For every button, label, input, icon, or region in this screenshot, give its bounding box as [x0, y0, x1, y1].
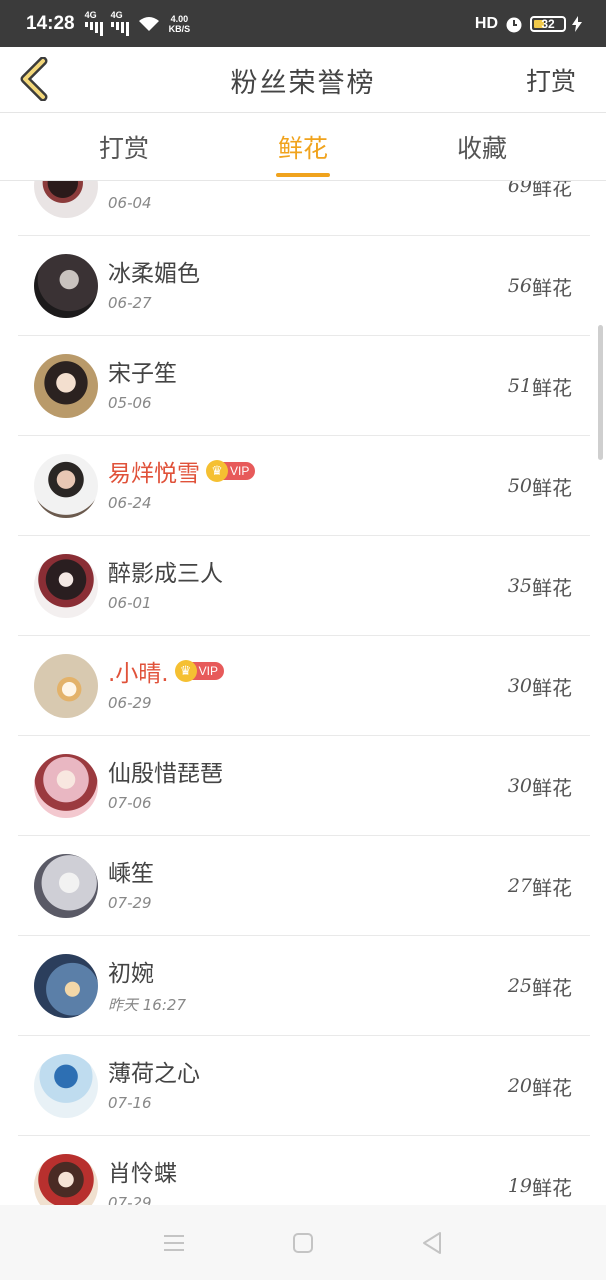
avatar [34, 754, 98, 818]
fan-date: 06-24 [108, 494, 152, 512]
list-item[interactable]: 06-04 69 鲜花 [18, 181, 590, 236]
home-square-icon [292, 1232, 313, 1253]
fan-date: 07-29 [108, 1194, 152, 1205]
tab-favorites[interactable]: 收藏 [457, 113, 507, 181]
signal-2: 4G [110, 10, 129, 36]
vip-badge: ♛ VIP [206, 460, 256, 482]
fan-name: 易烊悦雪 ♛ VIP [108, 454, 256, 488]
signal-1: 4G [84, 10, 103, 36]
fan-name: 仙殷惜琵琶 [108, 761, 223, 787]
avatar [34, 1054, 98, 1118]
flower-count: 56 鲜花 [507, 275, 572, 300]
list-item[interactable]: .小晴. ♛ VIP 06-29 30 鲜花 [18, 636, 590, 736]
list-item[interactable]: 冰柔媚色 06-27 56 鲜花 [18, 236, 590, 336]
charging-icon [572, 15, 582, 32]
flower-count: 25 鲜花 [507, 975, 572, 1000]
active-tab-indicator [275, 173, 331, 177]
flower-count: 69 鲜花 [507, 181, 572, 200]
fan-name: 肖怜蝶 [108, 1161, 177, 1187]
speed-unit: KB/S [168, 23, 191, 34]
fan-list[interactable]: 06-04 69 鲜花 冰柔媚色 06-27 56 鲜花 宋子笙 05-06 51 鲜… [18, 181, 590, 1205]
list-item[interactable]: 肖怜蝶 07-29 19 鲜花 [18, 1136, 590, 1205]
wifi-icon [138, 16, 159, 31]
battery-icon: 32 [530, 15, 566, 32]
list-item[interactable]: 宋子笙 05-06 51 鲜花 [18, 336, 590, 436]
network-indicators: 4G 4G [84, 10, 129, 36]
status-right: HD 32 [475, 14, 582, 34]
tab-bar: 打赏 鲜花 收藏 [0, 113, 606, 181]
avatar [34, 854, 98, 918]
network-speed: 4.00 KB/S [169, 14, 191, 34]
fan-name: 嵊笙 [108, 861, 154, 887]
tab-label: 收藏 [456, 134, 508, 163]
list-item[interactable]: 初婉 昨天 16:27 25 鲜花 [18, 936, 590, 1036]
system-nav-bar [0, 1205, 606, 1280]
fan-name: .小晴. ♛ VIP [108, 654, 224, 688]
flower-count: 30 鲜花 [507, 675, 572, 700]
battery-level: 32 [541, 16, 555, 31]
fan-name: 醉影成三人 [108, 561, 223, 587]
speed-value: 4.00 [170, 13, 189, 24]
back-triangle-icon [422, 1231, 441, 1254]
flower-count: 20 鲜花 [507, 1075, 572, 1100]
status-time: 14:28 [26, 12, 75, 34]
vip-badge: ♛ VIP [174, 660, 224, 682]
list-item[interactable]: 醉影成三人 06-01 35 鲜花 [18, 536, 590, 636]
avatar [34, 354, 98, 418]
fan-name: 冰柔媚色 [108, 261, 200, 287]
app-header: 粉丝荣誉榜 打赏 [0, 47, 606, 113]
flower-count: 35 鲜花 [507, 575, 572, 600]
avatar [34, 1154, 98, 1205]
signal-bars-icon [84, 22, 103, 36]
tab-label: 打赏 [98, 134, 150, 163]
menu-button[interactable] [154, 1223, 194, 1263]
list-item[interactable]: 仙殷惜琵琶 07-06 30 鲜花 [18, 736, 590, 836]
fan-date: 06-27 [108, 294, 152, 312]
tab-label: 鲜花 [277, 134, 329, 163]
avatar [34, 954, 98, 1018]
tab-flowers[interactable]: 鲜花 [275, 113, 331, 181]
fan-date: 06-29 [108, 694, 152, 712]
list-item[interactable]: 易烊悦雪 ♛ VIP 06-24 50 鲜花 [18, 436, 590, 536]
flower-count: 27 鲜花 [507, 875, 572, 900]
flower-count: 50 鲜花 [507, 475, 572, 500]
flower-count: 19 鲜花 [507, 1175, 572, 1200]
signal-bars-icon [110, 22, 129, 36]
network-type-2: 4G [110, 10, 123, 20]
fan-name: 宋子笙 [108, 361, 177, 387]
fan-date: 05-06 [108, 394, 152, 412]
list-item[interactable]: 嵊笙 07-29 27 鲜花 [18, 836, 590, 936]
home-button[interactable] [283, 1223, 323, 1263]
avatar [34, 454, 98, 518]
fan-date: 昨天 16:27 [108, 996, 186, 1014]
avatar [34, 554, 98, 618]
crown-icon: ♛ [174, 660, 197, 682]
fan-name: 薄荷之心 [108, 1061, 200, 1087]
status-bar: 14:28 4G 4G 4.00 KB/S HD 32 [0, 0, 606, 47]
avatar [34, 254, 98, 318]
flower-count: 30 鲜花 [507, 775, 572, 800]
avatar [34, 654, 98, 718]
fan-date: 06-04 [108, 194, 152, 212]
alarm-icon [506, 17, 522, 32]
list-item[interactable]: 薄荷之心 07-16 20 鲜花 [18, 1036, 590, 1136]
page-title: 粉丝荣誉榜 [230, 67, 376, 99]
crown-icon: ♛ [206, 460, 228, 482]
fan-name: 初婉 [108, 961, 154, 987]
tab-reward[interactable]: 打赏 [99, 113, 149, 181]
fan-date: 07-16 [108, 1094, 152, 1112]
reward-button[interactable]: 打赏 [526, 47, 576, 113]
fan-date: 07-06 [108, 794, 152, 812]
fan-date: 06-01 [108, 594, 152, 612]
hd-indicator: HD [474, 14, 498, 32]
network-type-1: 4G [84, 10, 97, 20]
scrollbar[interactable] [598, 325, 603, 460]
back-nav-button[interactable] [412, 1223, 452, 1263]
fan-date: 07-29 [108, 894, 152, 912]
avatar [34, 181, 98, 218]
flower-count: 51 鲜花 [507, 375, 572, 400]
menu-icon [164, 1234, 185, 1251]
